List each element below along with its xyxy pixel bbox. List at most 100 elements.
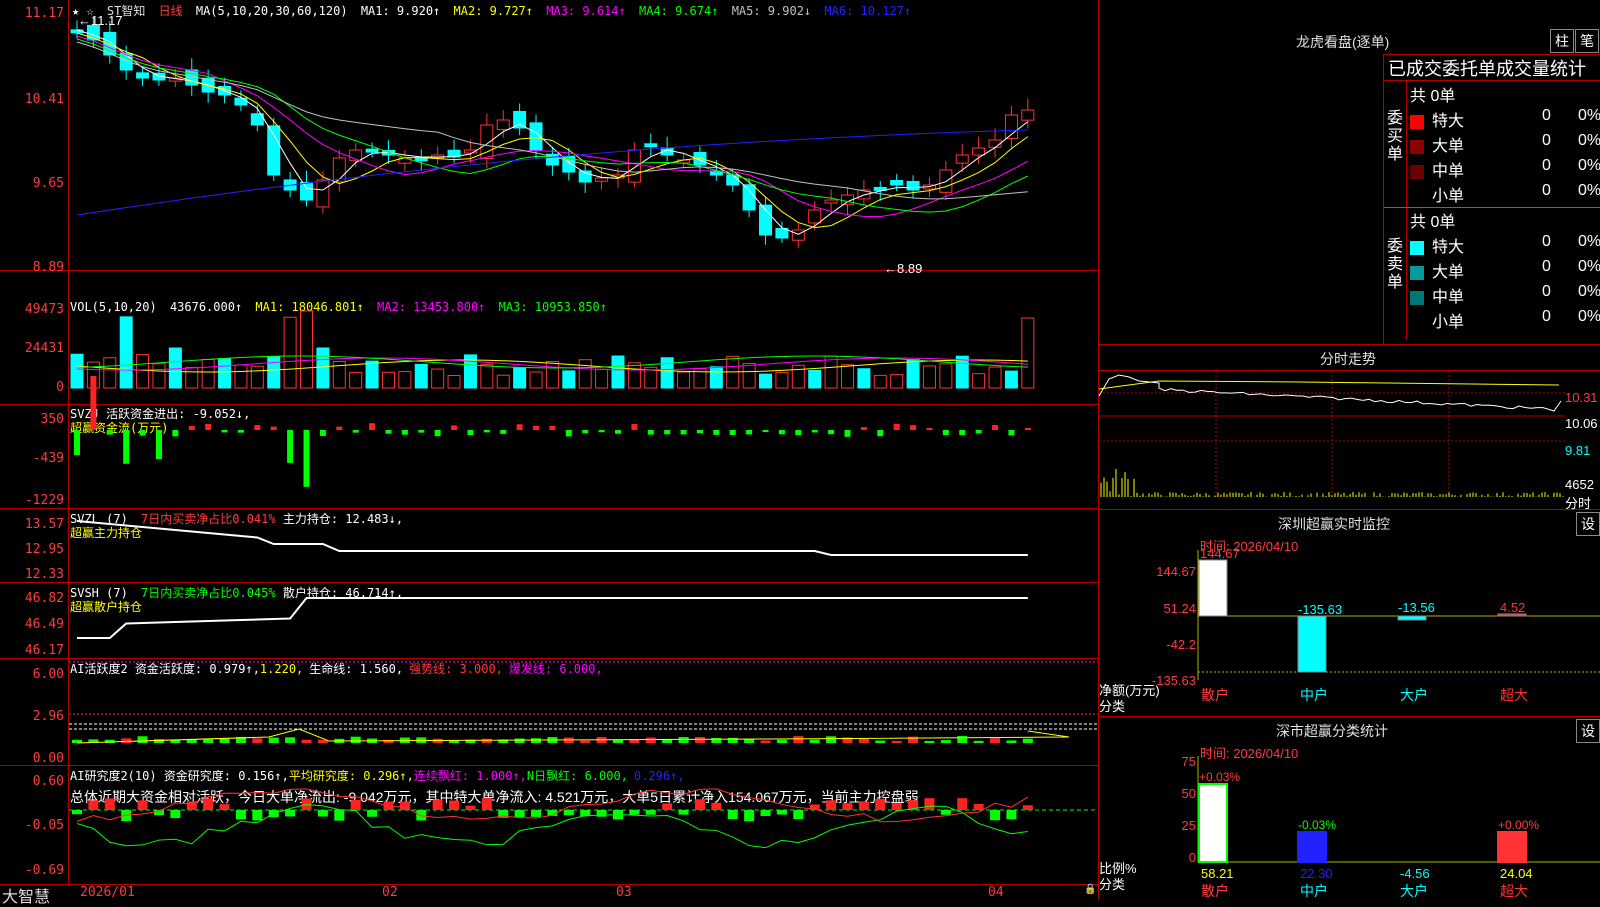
moving-average-line <box>76 32 1029 229</box>
candle <box>890 179 904 186</box>
activity-bar <box>990 738 1001 743</box>
fund-flow-bar <box>795 430 802 436</box>
svzj-axis-label: -439 <box>32 451 64 466</box>
main-force-holding-chart[interactable] <box>69 509 1098 582</box>
research-bar <box>481 798 492 810</box>
activity-bar <box>891 740 902 743</box>
sz-settings-button[interactable]: 设 <box>1576 512 1600 536</box>
research-bar <box>350 799 361 810</box>
activity-bar <box>285 737 296 743</box>
net-flow-value: 4.52 <box>1500 600 1525 615</box>
lock-icon[interactable]: 🔒 <box>1084 884 1096 895</box>
volume-bar <box>529 371 543 389</box>
class-value: -4.56 <box>1400 866 1430 881</box>
tick-mode-button[interactable]: 笔 <box>1575 29 1599 53</box>
candle <box>791 229 805 241</box>
candle <box>365 148 379 153</box>
volume-bar <box>234 364 248 389</box>
sz-net-flow-chart[interactable]: 144.67 散户 -135.63 中户 -13.56 大户 4.52 超大 <box>1098 546 1600 716</box>
fund-flow-bar <box>270 426 277 430</box>
activity-bar <box>350 736 361 743</box>
class-value: 24.04 <box>1500 866 1533 881</box>
ai2-axis-label: -0.69 <box>24 863 64 878</box>
svsh-axis-label: 46.82 <box>24 591 64 606</box>
class-pct: +0.03% <box>1199 770 1240 784</box>
retail-holding-chart[interactable] <box>69 583 1098 658</box>
fund-flow-chart[interactable] <box>69 375 1098 508</box>
activity-bar <box>727 737 738 743</box>
class-settings-button[interactable]: 设 <box>1576 719 1600 743</box>
research-bar <box>727 810 738 820</box>
activity-bar <box>531 738 542 743</box>
fund-flow-bar <box>221 430 228 433</box>
holding-line <box>77 597 1028 639</box>
research-bar <box>285 810 296 817</box>
buy-row-large: 大单 0 0% <box>1410 132 1600 156</box>
research-bar <box>416 810 427 821</box>
candle <box>972 147 986 156</box>
activity-bar <box>170 740 181 743</box>
svzl-axis-label: 12.95 <box>24 542 64 557</box>
research-chart[interactable] <box>69 766 1098 884</box>
volume-bar <box>906 359 920 389</box>
activity-bar <box>678 737 689 743</box>
fund-flow-bar <box>369 423 376 430</box>
activity-bar <box>924 740 935 743</box>
activity-bar <box>826 736 837 743</box>
volume-bar <box>513 366 527 389</box>
research-bar <box>317 810 328 817</box>
activity-bar <box>809 739 820 743</box>
research-bar <box>973 803 984 810</box>
volume-bar <box>365 360 379 389</box>
volume-bar <box>742 362 756 389</box>
sz-class-chart[interactable]: +0.03% 58.21 散户 -0.03% 22.30 中户 -4.56 大户 +0.00% 2… <box>1098 756 1600 900</box>
fund-flow-bar <box>942 430 949 436</box>
fund-flow-bar <box>926 427 933 430</box>
fund-flow-bar <box>631 423 638 430</box>
volume-bar <box>709 366 723 389</box>
fund-flow-bar <box>664 430 671 435</box>
volume-chart[interactable] <box>69 271 1098 404</box>
legend-swatch <box>1410 240 1424 255</box>
volume-bar <box>1021 317 1035 389</box>
research-bar <box>1006 810 1017 820</box>
volume-bar <box>119 316 133 389</box>
svsh-axis-label: 46.49 <box>24 617 64 632</box>
research-bar <box>842 803 853 810</box>
sell-row-medium: 中单 0 0% <box>1410 283 1600 307</box>
research-bar <box>432 799 443 810</box>
ai1-axis-label: 6.00 <box>32 667 64 682</box>
research-bar <box>104 798 115 810</box>
research-bar <box>1022 805 1033 810</box>
research-bar <box>449 800 460 810</box>
sell-total: 共 0单 <box>1410 214 1456 231</box>
candlestick-chart[interactable] <box>69 0 1098 270</box>
volume-bar <box>791 364 805 389</box>
volume-bar <box>381 371 395 389</box>
intraday-chart[interactable] <box>1098 371 1565 509</box>
research-bar <box>531 810 542 817</box>
fund-flow-bar <box>959 430 966 436</box>
activity-bar <box>137 736 148 743</box>
svzl-axis-label: 13.57 <box>24 517 64 532</box>
fund-flow-bar <box>729 430 736 435</box>
volume-bar <box>185 366 199 389</box>
volume-bar <box>677 371 691 389</box>
net-flow-bar <box>1397 615 1427 621</box>
volume-bar <box>824 355 838 389</box>
volume-bar <box>201 358 215 389</box>
fund-flow-bar <box>844 430 851 437</box>
ai1-axis-label: 0.00 <box>32 751 64 766</box>
column-mode-button[interactable]: 柱 <box>1550 29 1574 53</box>
brand-logo: 大智慧 <box>2 889 51 906</box>
activity-chart[interactable] <box>69 659 1098 765</box>
volume-bar <box>300 310 314 389</box>
activity-bar <box>612 739 623 743</box>
volume-bar <box>627 362 641 389</box>
sell-side-label: 委卖单 <box>1387 238 1404 291</box>
fund-flow-bar <box>287 430 294 463</box>
sz-monitor-title: 深圳超赢实时监控 <box>1278 516 1390 532</box>
research-bar <box>563 810 574 816</box>
net-flow-value: 144.67 <box>1200 546 1240 561</box>
net-flow-bar <box>1198 559 1228 617</box>
